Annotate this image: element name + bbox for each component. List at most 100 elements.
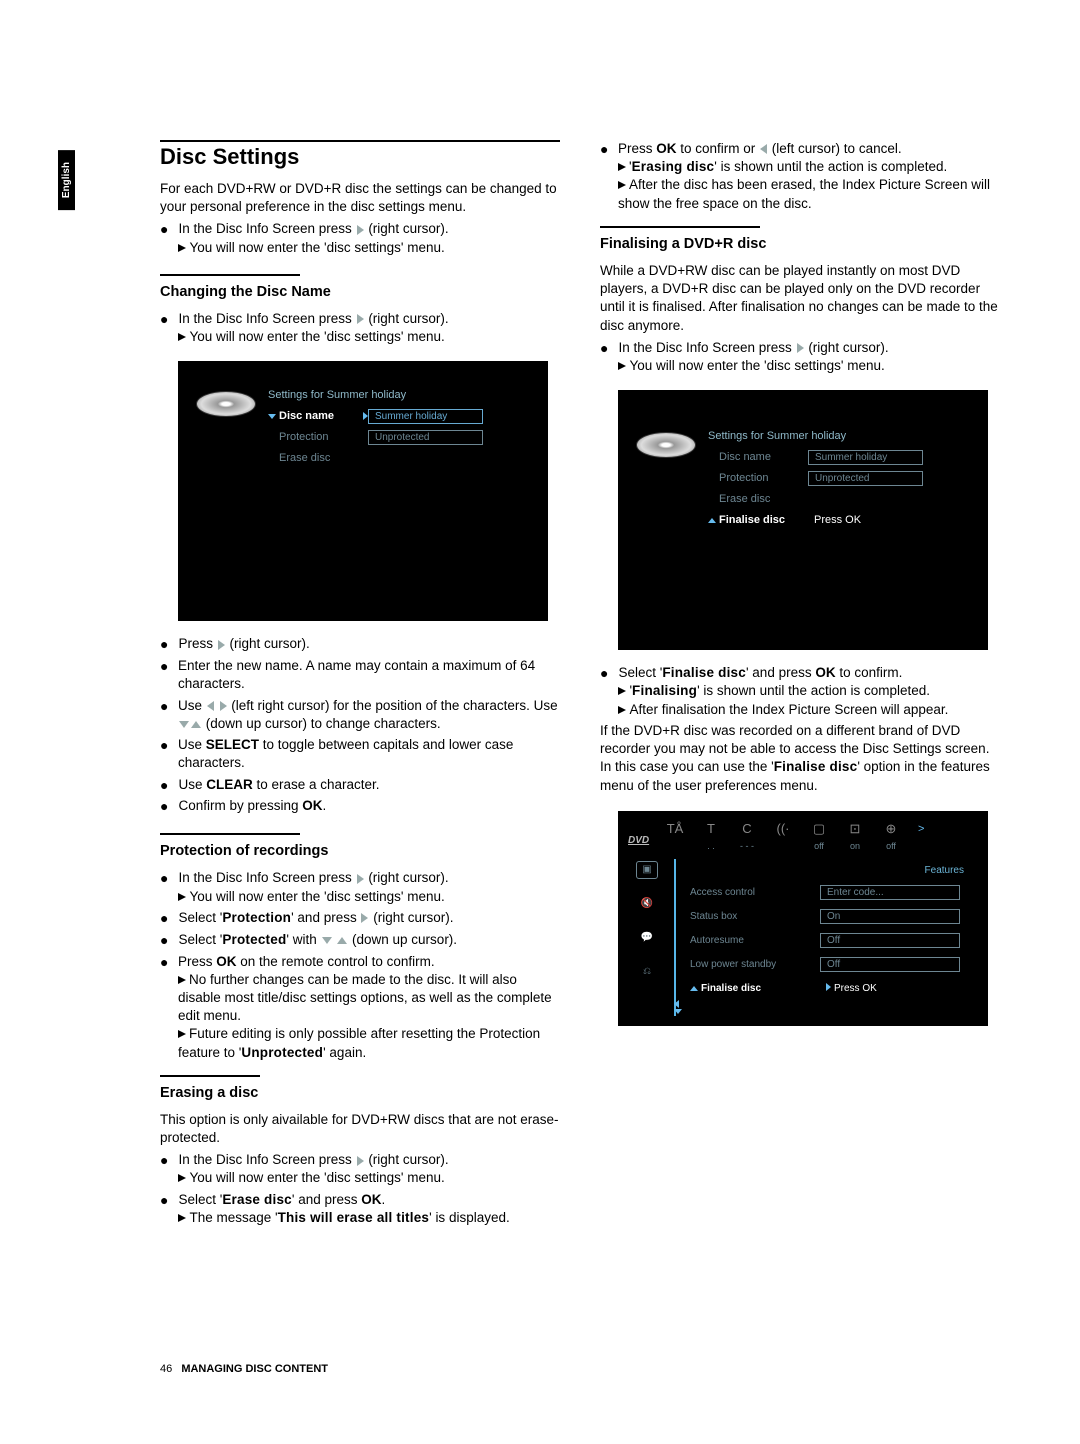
section-name: MANAGING DISC CONTENT xyxy=(181,1363,328,1375)
step-text: Use (left right cursor) for the position… xyxy=(178,697,560,733)
right-cursor-icon xyxy=(357,314,364,324)
result-text: You will now enter the 'disc settings' m… xyxy=(629,358,884,373)
osd-value: Off xyxy=(820,957,960,972)
result-arrow-icon xyxy=(618,706,626,714)
section-rule xyxy=(160,833,300,835)
osd-status-icons: TÅTC((·▢⊡⊕> xyxy=(666,821,978,837)
step-item: ● Press OK to confirm or (left cursor) t… xyxy=(600,140,1000,213)
step-text: In the Disc Info Screen press (right cur… xyxy=(178,221,448,236)
osd-option: Protection xyxy=(708,472,803,484)
section-rule xyxy=(160,1075,260,1077)
page-footer: 46 MANAGING DISC CONTENT xyxy=(160,1363,328,1375)
osd-option: Erase disc xyxy=(268,452,363,464)
step-text: In the Disc Info Screen press (right cur… xyxy=(618,340,888,355)
step-item: ●Select 'Protection' and press (right cu… xyxy=(160,909,560,928)
step-item: ● Press OK on the remote control to conf… xyxy=(160,953,560,1062)
speech-icon: 💬 xyxy=(636,929,658,947)
osd-option: Status box xyxy=(690,911,820,922)
step-text: Press OK on the remote control to confir… xyxy=(178,954,435,969)
result-text: 'Erasing disc' is shown until the action… xyxy=(629,159,947,174)
step-item: ● In the Disc Info Screen press (right c… xyxy=(160,310,560,346)
osd-value: Press OK xyxy=(808,514,861,526)
result-text: 'Finalising' is shown until the action i… xyxy=(629,683,930,698)
intro-text: For each DVD+RW or DVD+R disc the settin… xyxy=(160,180,560,216)
osd-option: Disc name xyxy=(708,451,803,463)
result-arrow-icon xyxy=(178,976,186,984)
osd-value: Summer holiday xyxy=(808,450,923,465)
osd-screenshot-disc-name: Settings for Summer holiday Disc name Su… xyxy=(178,361,548,621)
osd-value: Summer holiday xyxy=(368,409,483,424)
right-cursor-icon xyxy=(220,701,227,711)
page-title: Disc Settings xyxy=(160,144,560,170)
step-text: In the Disc Info Screen press (right cur… xyxy=(178,311,448,326)
step-text: Select 'Finalise disc' and press OK to c… xyxy=(618,665,902,680)
step-item: ●Press (right cursor). xyxy=(160,635,560,654)
osd-title: Settings for Summer holiday xyxy=(268,389,528,401)
step-item: ● In the Disc Info Screen press (right c… xyxy=(160,1151,560,1187)
result-arrow-icon xyxy=(618,687,626,695)
osd-value: Enter code... xyxy=(820,885,960,900)
result-text: You will now enter the 'disc settings' m… xyxy=(189,329,444,344)
step-item: ● Select 'Finalise disc' and press OK to… xyxy=(600,664,1000,719)
section-intro: While a DVD+RW disc can be played instan… xyxy=(600,262,1000,335)
step-text: Enter the new name. A name may contain a… xyxy=(178,657,560,693)
osd-tab-label: Features xyxy=(925,865,964,876)
left-column: Disc Settings For each DVD+RW or DVD+R d… xyxy=(160,140,560,1230)
step-item: ●Confirm by pressing OK. xyxy=(160,797,560,816)
osd-option: Finalise disc xyxy=(690,983,820,994)
step-item: ● In the Disc Info Screen press (right c… xyxy=(160,220,560,256)
step-text: Select 'Erase disc' and press OK. xyxy=(178,1192,385,1207)
osd-option: Autoresume xyxy=(690,935,820,946)
up-cursor-icon xyxy=(337,937,347,944)
right-cursor-icon xyxy=(357,874,364,884)
step-item: ●Use (left right cursor) for the positio… xyxy=(160,697,560,733)
result-text: Future editing is only possible after re… xyxy=(178,1026,540,1059)
down-cursor-icon xyxy=(179,721,189,728)
osd-status-values: . .- - -offonoff xyxy=(666,841,978,851)
osd-nav-arrow-icon xyxy=(674,1009,682,1014)
result-text: After finalisation the Index Picture Scr… xyxy=(629,702,948,717)
result-arrow-icon xyxy=(178,333,186,341)
result-arrow-icon xyxy=(178,893,186,901)
osd-sidebar: ▣ 🔇 💬 ⎌ xyxy=(630,861,664,981)
section-heading: Changing the Disc Name xyxy=(160,284,560,300)
section-rule xyxy=(160,274,300,276)
step-item: ● In the Disc Info Screen press (right c… xyxy=(160,869,560,905)
osd-value: Unprotected xyxy=(368,430,483,445)
result-text: You will now enter the 'disc settings' m… xyxy=(189,889,444,904)
section-heading: Erasing a disc xyxy=(160,1085,560,1101)
right-cursor-icon xyxy=(218,640,225,650)
language-tab: English xyxy=(58,150,75,210)
x-icon: ⎌ xyxy=(636,963,658,981)
up-cursor-icon xyxy=(191,721,201,728)
osd-option: Disc name xyxy=(268,410,363,422)
result-arrow-icon xyxy=(618,362,626,370)
osd-option: Low power standby xyxy=(690,959,820,970)
step-item: ● Select 'Erase disc' and press OK. The … xyxy=(160,1191,560,1227)
osd-nav-arrow-icon xyxy=(674,1000,679,1008)
step-text: In the Disc Info Screen press (right cur… xyxy=(178,1152,448,1167)
right-column: ● Press OK to confirm or (left cursor) t… xyxy=(600,140,1000,1230)
section-rule xyxy=(600,226,760,228)
osd-title: Settings for Summer holiday xyxy=(708,430,968,442)
disc-icon xyxy=(196,391,256,417)
left-cursor-icon xyxy=(207,701,214,711)
osd-option: Finalise disc xyxy=(708,514,803,526)
osd-value: On xyxy=(820,909,960,924)
step-text: Use CLEAR to erase a character. xyxy=(178,776,379,795)
osd-value: Unprotected xyxy=(808,471,923,486)
note-text: If the DVD+R disc was recorded on a diff… xyxy=(600,722,1000,795)
step-text: In the Disc Info Screen press (right cur… xyxy=(178,870,448,885)
step-item: ●Enter the new name. A name may contain … xyxy=(160,657,560,693)
result-text: You will now enter the 'disc settings' m… xyxy=(189,240,444,255)
result-text: After the disc has been erased, the Inde… xyxy=(618,177,990,210)
step-text: Select 'Protection' and press (right cur… xyxy=(178,909,453,928)
step-text: Press (right cursor). xyxy=(178,635,309,654)
osd-screenshot-features: DVD TÅTC((·▢⊡⊕> . .- - -offonoff ▣ 🔇 💬 ⎌… xyxy=(618,811,988,1026)
section-heading: Protection of recordings xyxy=(160,843,560,859)
osd-option: Access control xyxy=(690,887,820,898)
result-arrow-icon xyxy=(618,181,626,189)
step-text: Use SELECT to toggle between capitals an… xyxy=(178,736,560,772)
step-text: Select 'Protected' with (down up cursor)… xyxy=(178,931,457,950)
dvd-logo: DVD xyxy=(628,835,649,846)
